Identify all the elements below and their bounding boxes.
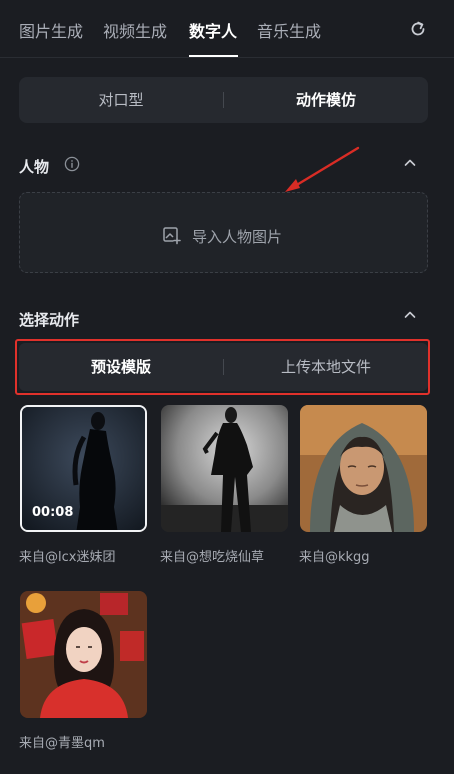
tab-video-generation[interactable]: 视频生成 xyxy=(103,18,167,42)
mode-switch: 对口型 动作模仿 xyxy=(19,77,428,123)
upload-local-file-button[interactable]: 上传本地文件 xyxy=(224,343,428,391)
action-source-switch: 预设模版 上传本地文件 xyxy=(19,343,428,391)
template-caption-1: 来自@lcx迷妹团 xyxy=(19,550,116,565)
image-add-icon xyxy=(163,227,181,245)
mode-motion-imitation-button[interactable]: 动作模仿 xyxy=(224,77,428,123)
import-person-image-dropzone[interactable]: 导入人物图片 xyxy=(19,192,428,273)
mode-lip-sync-button[interactable]: 对口型 xyxy=(19,77,223,123)
template-caption-4: 来自@青墨qm xyxy=(19,736,105,751)
template-thumbnail-1[interactable]: 00:08 xyxy=(20,405,147,532)
import-person-image-label: 导入人物图片 xyxy=(192,228,283,246)
action-collapse-chevron-up-icon[interactable] xyxy=(402,307,418,323)
action-section-title: 选择动作 xyxy=(19,311,80,329)
refresh-icon[interactable] xyxy=(408,19,428,39)
template-preview-image xyxy=(20,591,147,718)
template-caption-3: 来自@kkgg xyxy=(299,550,370,565)
person-section-title: 人物 xyxy=(19,158,50,176)
person-collapse-chevron-up-icon[interactable] xyxy=(402,155,418,171)
tab-digital-human[interactable]: 数字人 xyxy=(189,18,237,42)
active-tab-underline xyxy=(189,55,238,57)
info-icon[interactable] xyxy=(64,156,80,172)
preset-template-button[interactable]: 预设模版 xyxy=(19,343,223,391)
template-preview-image xyxy=(161,405,288,532)
top-tab-bar: 图片生成 视频生成 数字人 音乐生成 xyxy=(0,0,454,58)
template-thumbnail-4[interactable] xyxy=(20,591,147,718)
tab-image-generation[interactable]: 图片生成 xyxy=(19,18,83,42)
template-caption-2: 来自@想吃烧仙草 xyxy=(160,550,265,565)
tab-music-generation[interactable]: 音乐生成 xyxy=(257,18,321,42)
template-thumbnail-2[interactable] xyxy=(161,405,288,532)
video-duration-label: 00:08 xyxy=(32,505,74,520)
template-thumbnail-3[interactable] xyxy=(300,405,427,532)
template-preview-image xyxy=(300,405,427,532)
